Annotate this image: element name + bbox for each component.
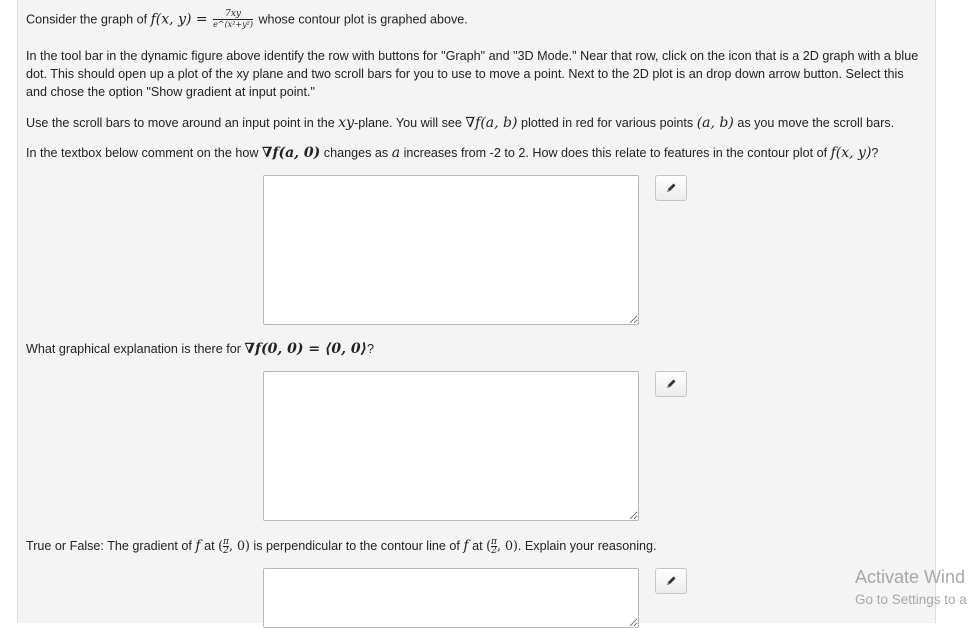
activate-windows-subtitle: Go to Settings to a — [855, 592, 967, 607]
function-definition: f(x, y) = — [150, 11, 208, 28]
instructions-paragraph: In the tool bar in the dynamic figure ab… — [26, 49, 919, 99]
scroll-note: Use the scroll bars to move around an in… — [26, 115, 895, 131]
pencil-icon — [667, 183, 676, 192]
edit-button-3[interactable] — [655, 568, 687, 594]
answer-1-textarea[interactable] — [263, 175, 639, 325]
intro-text: Consider the graph of f(x, y) = 7xy e^(x²… — [26, 9, 468, 30]
edit-button-2[interactable] — [655, 371, 687, 397]
pencil-icon — [667, 379, 676, 388]
function-fraction: 7xy e^(x²+y²) — [213, 9, 253, 29]
edit-button-1[interactable] — [655, 175, 687, 201]
question-2-prompt: What graphical explanation is there for … — [26, 341, 374, 357]
question-1-prompt: In the textbox below comment on the how … — [26, 145, 879, 161]
activate-windows-title: Activate Wind — [855, 567, 966, 587]
answer-2-textarea[interactable] — [263, 371, 639, 521]
pencil-icon — [667, 576, 676, 585]
question-3-prompt: True or False: The gradient of f at (π 2,… — [26, 537, 657, 557]
answer-3-textarea[interactable] — [263, 568, 639, 628]
